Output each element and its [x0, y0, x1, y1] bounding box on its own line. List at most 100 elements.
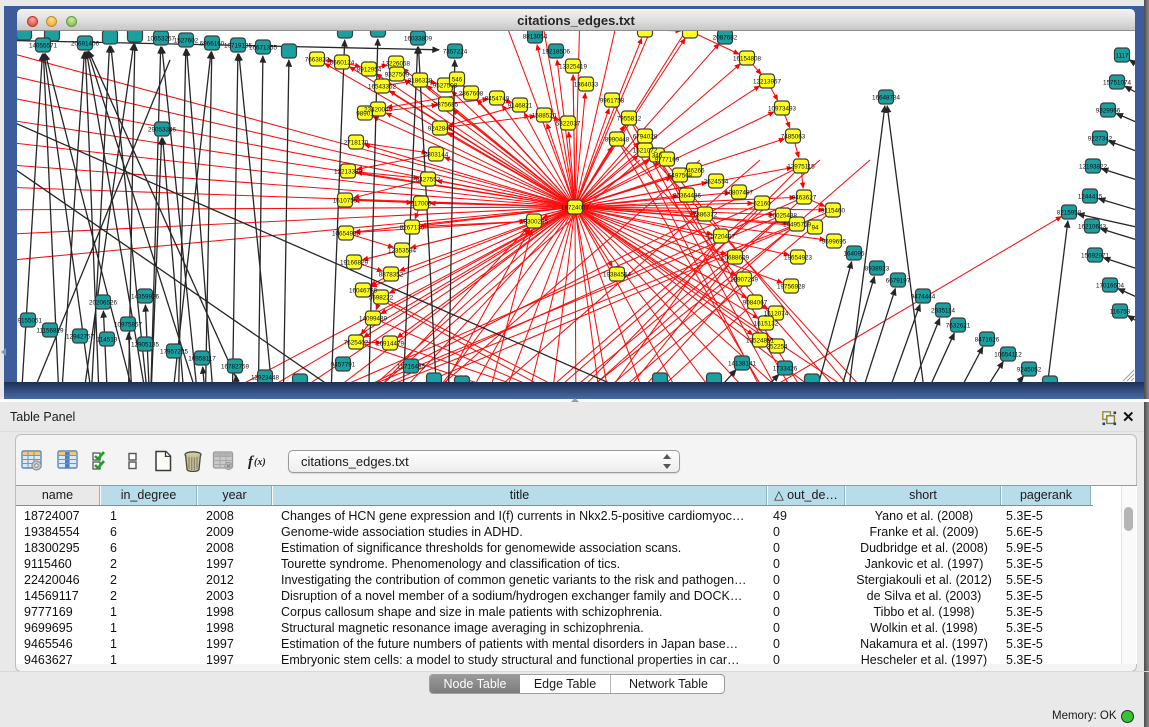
svg-text:8912954: 8912954	[357, 67, 382, 74]
svg-text:7632621: 7632621	[946, 323, 971, 330]
svg-text:1615132: 1615132	[754, 321, 779, 328]
svg-text:18724007: 18724007	[561, 205, 590, 212]
svg-text:1244415: 1244415	[1078, 194, 1103, 201]
svg-text:9463627: 9463627	[792, 195, 817, 202]
svg-text:19654923: 19654923	[784, 255, 813, 262]
svg-text:6794028: 6794028	[633, 134, 658, 141]
svg-text:9084067: 9084067	[743, 300, 768, 307]
svg-text:17957225: 17957225	[160, 349, 189, 356]
svg-text:16210643: 16210643	[1078, 224, 1107, 231]
svg-text:917006: 917006	[410, 201, 432, 208]
svg-text:1610755: 1610755	[333, 198, 358, 205]
svg-text:13226058: 13226058	[382, 61, 411, 68]
svg-text:16782759: 16782759	[221, 364, 250, 371]
svg-text:8660124: 8660124	[330, 60, 355, 67]
svg-text:8427552: 8427552	[416, 177, 441, 184]
svg-text:3624554: 3624554	[704, 179, 729, 186]
svg-text:16914479: 16914479	[376, 341, 405, 348]
svg-text:2935114: 2935114	[931, 308, 956, 315]
svg-text:29053346: 29053346	[148, 127, 177, 134]
svg-text:19218506: 19218506	[542, 49, 571, 56]
svg-text:8186328: 8186328	[408, 78, 433, 85]
svg-text:9961758: 9961758	[600, 98, 625, 105]
svg-text:16543362: 16543362	[368, 84, 397, 91]
svg-text:9242848: 9242848	[428, 126, 453, 133]
svg-text:9329966: 9329966	[1096, 108, 1121, 115]
svg-text:5322037: 5322037	[556, 121, 581, 128]
svg-text:10807487: 10807487	[725, 190, 754, 197]
svg-text:9115460: 9115460	[821, 208, 846, 215]
svg-text:5698222: 5698222	[369, 295, 394, 302]
svg-text:39155051: 39155051	[17, 318, 42, 325]
svg-text:12942757: 12942757	[66, 334, 95, 341]
svg-text:546: 546	[452, 77, 463, 84]
svg-text:12353594: 12353594	[388, 248, 417, 255]
svg-text:17016504: 17016504	[1096, 283, 1125, 290]
svg-text:164095: 164095	[843, 251, 865, 258]
svg-text:7955812: 7955812	[617, 116, 642, 123]
svg-text:10654988: 10654988	[332, 231, 361, 238]
svg-text:15692971: 15692971	[1081, 253, 1110, 260]
svg-text:15720407: 15720407	[707, 234, 736, 241]
svg-text:10653267: 10653267	[147, 36, 176, 43]
svg-text:18907249: 18907249	[730, 277, 759, 284]
svg-text:62160: 62160	[753, 201, 771, 208]
svg-text:1117: 1117	[1115, 53, 1129, 60]
svg-text:12213967: 12213967	[753, 79, 782, 86]
svg-text:9245052: 9245052	[1017, 367, 1042, 374]
svg-text:1612074: 1612074	[764, 311, 789, 318]
svg-text:1527602: 1527602	[174, 38, 199, 45]
svg-text:16671355: 16671355	[249, 45, 278, 52]
svg-text:16648784: 16648784	[872, 95, 901, 102]
svg-text:20364436: 20364436	[673, 193, 702, 200]
svg-text:114519: 114519	[97, 337, 118, 344]
svg-text:16033809: 16033809	[404, 36, 433, 43]
svg-text:7625402: 7625402	[344, 340, 369, 347]
svg-text:14359926: 14359926	[131, 294, 160, 301]
svg-text:8990448: 8990448	[605, 137, 630, 144]
svg-text:14495759: 14495759	[783, 222, 812, 229]
svg-text:2718170: 2718170	[344, 140, 369, 147]
svg-text:2803144: 2803144	[424, 152, 449, 159]
svg-text:16154808: 16154808	[733, 56, 762, 63]
svg-text:8938923: 8938923	[865, 266, 890, 273]
svg-text:1588520: 1588520	[532, 113, 557, 120]
svg-text:9327509: 9327509	[385, 72, 410, 79]
svg-text:10654112: 10654112	[994, 352, 1022, 359]
svg-text:1733426: 1733426	[773, 366, 798, 373]
svg-text:10975857: 10975857	[114, 322, 143, 329]
svg-text:14099489: 14099489	[359, 316, 388, 323]
svg-text:18300295: 18300295	[520, 219, 549, 226]
svg-text:20206526: 20206526	[89, 300, 118, 307]
svg-text:9474444: 9474444	[911, 294, 936, 301]
svg-text:252254: 252254	[766, 344, 788, 351]
svg-text:8878352: 8878352	[379, 272, 404, 279]
svg-text:8813054: 8813054	[523, 34, 548, 41]
svg-text:2867608: 2867608	[459, 91, 484, 98]
svg-text:9699695: 9699695	[822, 239, 847, 246]
svg-text:8471626: 8471626	[975, 337, 1000, 344]
svg-text:7663822: 7663822	[305, 57, 330, 64]
svg-text:2087682: 2087682	[713, 35, 738, 42]
svg-text:3875685: 3875685	[434, 102, 459, 109]
svg-text:13325419: 13325419	[559, 64, 588, 71]
svg-text:8215958: 8215958	[1057, 210, 1082, 217]
svg-text:10688609: 10688609	[721, 255, 750, 262]
svg-text:6966160: 6966160	[200, 41, 225, 48]
svg-text:11156829: 11156829	[36, 328, 64, 335]
svg-text:12923448: 12923448	[251, 375, 280, 382]
svg-text:9527508: 9527508	[433, 83, 458, 90]
svg-text:94: 94	[811, 225, 819, 232]
svg-text:1364033: 1364033	[574, 82, 599, 89]
svg-text:9777169: 9777169	[655, 157, 680, 164]
svg-text:9457791: 9457791	[331, 362, 356, 369]
svg-text:7485063: 7485063	[781, 134, 806, 141]
svg-text:7386372: 7386372	[693, 212, 718, 219]
svg-text:19384554: 19384554	[603, 272, 632, 279]
svg-text:6679197: 6679197	[886, 278, 911, 285]
svg-text:14138141: 14138141	[728, 361, 757, 368]
svg-text:(x): (x)	[254, 457, 266, 468]
svg-text:10973493: 10973493	[768, 106, 797, 113]
svg-text:116753: 116753	[1110, 309, 1131, 316]
svg-text:8267130: 8267130	[400, 225, 425, 232]
